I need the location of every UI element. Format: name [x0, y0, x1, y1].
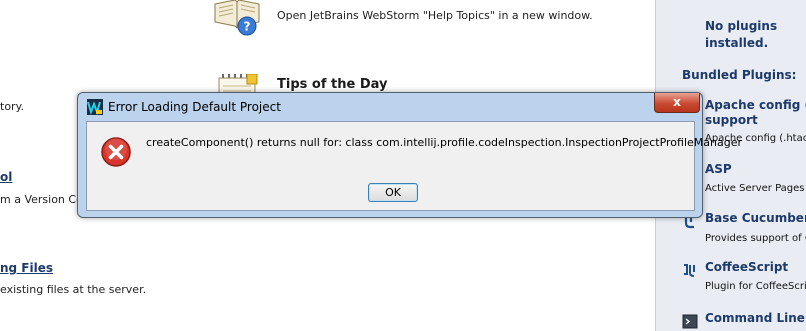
- help-topics-description: Open JetBrains WebStorm "Help Topics" in…: [277, 9, 593, 22]
- open-files-description: existing files at the server.: [0, 283, 147, 296]
- no-plugins-text: No plugins installed.: [705, 18, 777, 52]
- plugin-name: Command Line T: [705, 311, 806, 325]
- plugin-description: Provides support of C: [705, 233, 806, 244]
- dialog-title: Error Loading Default Project: [108, 100, 281, 114]
- plugin-name: CoffeeScript: [705, 260, 789, 274]
- plugin-description: Plugin for CoffeeScri: [705, 281, 806, 292]
- close-icon: x: [673, 95, 681, 109]
- plugin-name: Apache config (. support: [705, 98, 806, 128]
- no-plugins-line1: No plugins: [705, 19, 778, 33]
- close-button[interactable]: x: [654, 93, 700, 113]
- fragment-tory: tory.: [0, 100, 25, 113]
- bundled-plugins-title: Bundled Plugins:: [682, 68, 797, 82]
- no-plugins-line2: installed.: [705, 36, 769, 50]
- open-files-link[interactable]: ng Files: [0, 261, 53, 275]
- dialog-body: createComponent() returns null for: clas…: [86, 121, 742, 211]
- webstorm-icon: [87, 99, 103, 115]
- dialog-titlebar[interactable]: Error Loading Default Project x: [78, 93, 702, 121]
- plugin-name-line2: support: [705, 113, 758, 127]
- plugin-name: Base Cucumber: [705, 211, 806, 225]
- ok-button[interactable]: OK: [368, 183, 418, 202]
- version-control-link[interactable]: ol: [0, 170, 12, 184]
- plugin-description: Active Server Pages s: [705, 183, 806, 194]
- error-dialog: Error Loading Default Project x createCo…: [77, 92, 742, 218]
- terminal-icon: [682, 314, 698, 329]
- coffeescript-icon: [684, 264, 695, 277]
- svg-text:?: ?: [244, 20, 251, 34]
- error-message: createComponent() returns null for: clas…: [146, 136, 742, 149]
- tips-of-the-day-link[interactable]: Tips of the Day: [277, 77, 387, 92]
- plugin-name-line1: Apache config (.: [705, 98, 806, 112]
- help-book-icon: ?: [214, 0, 260, 36]
- plugin-name: ASP: [705, 162, 732, 176]
- error-icon: [101, 137, 131, 167]
